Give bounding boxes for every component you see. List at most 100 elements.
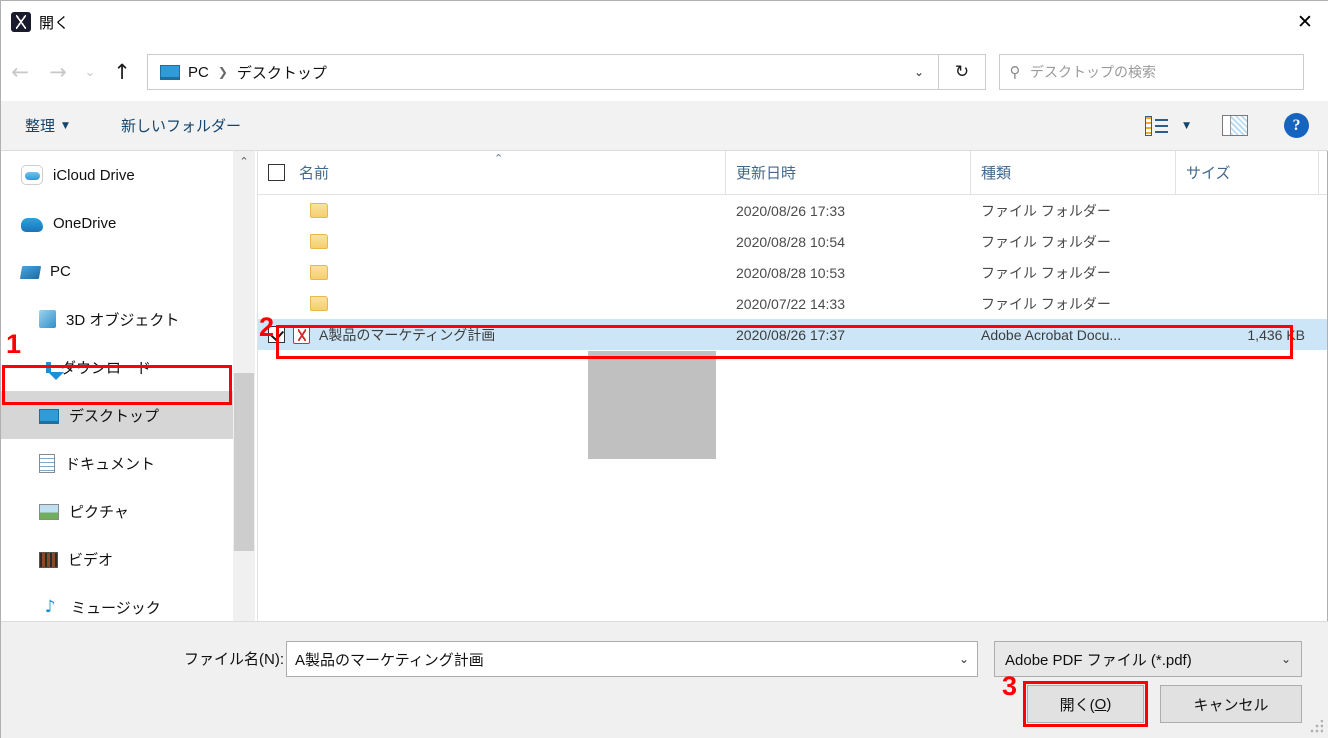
sidebar-item-pc[interactable]: PC [1, 247, 233, 295]
up-icon[interactable]: ↑ [103, 60, 141, 84]
sidebar-item-videos[interactable]: ビデオ [1, 535, 233, 583]
file-list[interactable]: ⌃ 名前 更新日時 種類 サイズ 2020/08/26 17:33 ファイル フ… [257, 150, 1327, 621]
chevron-down-icon[interactable]: ⌄ [959, 652, 969, 666]
organize-label: 整理 [25, 118, 56, 135]
folder-icon [310, 234, 328, 249]
chevron-down-icon[interactable]: ▼ [1183, 121, 1190, 131]
sidebar-item-label: OneDrive [53, 214, 117, 232]
desktop-icon [39, 408, 59, 424]
chevron-down-icon: ▼ [62, 120, 69, 131]
open-button-label: 開く( [1059, 696, 1095, 714]
sidebar-item-desktop[interactable]: デスクトップ [1, 391, 233, 439]
breadcrumb-pc[interactable]: PC [188, 64, 209, 81]
onedrive-icon [21, 217, 43, 232]
file-type-select[interactable]: Adobe PDF ファイル (*.pdf) ⌄ [994, 641, 1302, 677]
window-title: 開く [39, 14, 70, 32]
table-row[interactable]: 2020/08/28 10:53 ファイル フォルダー [258, 257, 1327, 288]
filename-input[interactable]: A製品のマーケティング計画 ⌄ [286, 641, 978, 677]
organize-button[interactable]: 整理 ▼ [19, 115, 75, 136]
file-type-cell: ファイル フォルダー [981, 295, 1111, 312]
pictures-icon [39, 504, 59, 520]
file-name-cell [258, 265, 726, 280]
table-row[interactable]: 2020/07/22 14:33 ファイル フォルダー [258, 288, 1327, 319]
open-button-accesskey: O [1094, 695, 1107, 713]
sidebar-item-pictures[interactable]: ピクチャ [1, 487, 233, 535]
sidebar-scrollbar[interactable]: ⌃ ⌄ [233, 151, 255, 621]
new-folder-label: 新しいフォルダー [120, 118, 241, 135]
file-date-cell: 2020/08/26 17:33 [736, 202, 845, 219]
refresh-icon[interactable]: ↻ [939, 54, 986, 90]
sidebar-item-icloud-drive[interactable]: iCloud Drive [1, 151, 233, 199]
file-name-cell [258, 234, 726, 249]
select-all-checkbox[interactable] [268, 164, 285, 181]
sidebar-item-downloads[interactable]: ダウンロード [1, 343, 233, 391]
sidebar-item-label: デスクトップ [69, 407, 160, 425]
breadcrumb-separator-icon: ❯ [217, 65, 228, 79]
sidebar-item-label: ドキュメント [65, 455, 156, 473]
cancel-button[interactable]: キャンセル [1160, 685, 1302, 723]
sidebar-item-onedrive[interactable]: OneDrive [1, 199, 233, 247]
documents-icon [39, 453, 55, 473]
file-type-cell: ファイル フォルダー [981, 233, 1111, 250]
file-name-cell [258, 203, 726, 218]
file-name-cell: A製品のマーケティング計画 [258, 325, 726, 345]
table-row[interactable]: 2020/08/28 10:54 ファイル フォルダー [258, 226, 1327, 257]
close-icon[interactable]: ✕ [1281, 1, 1328, 43]
recent-locations-icon[interactable]: ⌄ [77, 65, 103, 80]
navigation-sidebar[interactable]: iCloud Drive OneDrive PC 3D オブジェクト ダウンロー… [1, 151, 233, 621]
new-folder-button[interactable]: 新しいフォルダー [115, 115, 247, 136]
filename-label: ファイル名(N): [184, 651, 284, 668]
3d-objects-icon [39, 310, 56, 328]
sidebar-item-documents[interactable]: ドキュメント [1, 439, 233, 487]
scrollbar-thumb[interactable] [234, 373, 254, 551]
view-mode-icon[interactable] [1145, 115, 1169, 136]
forward-icon[interactable]: → [39, 60, 77, 84]
sidebar-item-label: ミュージック [71, 599, 161, 617]
file-type-cell: ファイル フォルダー [981, 264, 1111, 281]
open-button[interactable]: 開く(O) [1027, 685, 1144, 723]
table-row[interactable]: 2020/08/26 17:33 ファイル フォルダー [258, 195, 1327, 226]
chevron-down-icon[interactable]: ⌄ [1281, 652, 1291, 666]
search-box[interactable]: ⚲ デスクトップの検索 [999, 54, 1304, 90]
chevron-down-icon[interactable]: ⌄ [914, 65, 932, 79]
back-icon[interactable]: ← [1, 60, 39, 84]
column-header-size[interactable]: サイズ [1176, 150, 1319, 195]
breadcrumb-desktop[interactable]: デスクトップ [237, 62, 327, 83]
file-size-cell: 1,436 KB [1247, 326, 1305, 343]
preview-pane-icon[interactable] [1222, 115, 1248, 136]
file-type-cell: Adobe Acrobat Docu... [981, 326, 1122, 343]
toolbar-right-group: ▼ ? [1145, 113, 1328, 138]
column-header-label: 更新日時 [736, 165, 797, 182]
sidebar-item-3d-objects[interactable]: 3D オブジェクト [1, 295, 233, 343]
column-header-date[interactable]: 更新日時 [726, 150, 971, 195]
file-name-cell [258, 296, 726, 311]
file-type-cell: ファイル フォルダー [981, 202, 1111, 219]
sidebar-item-music[interactable]: ♪ ミュージック [1, 583, 233, 621]
annotation-number-2: 2 [259, 312, 275, 342]
help-icon[interactable]: ? [1284, 113, 1309, 138]
column-header-name[interactable]: 名前 [258, 150, 726, 195]
filename-value: A製品のマーケティング計画 [295, 651, 484, 669]
column-header-type[interactable]: 種類 [971, 150, 1176, 195]
title-bar: 開く ✕ [1, 1, 1328, 43]
scroll-up-icon[interactable]: ⌃ [233, 151, 255, 173]
icloud-drive-icon [21, 165, 43, 185]
resize-grip[interactable] [1309, 720, 1323, 734]
annotation-number-3: 3 [1002, 671, 1018, 701]
open-file-dialog: 開く ✕ ← → ⌄ ↑ PC ❯ デスクトップ ⌄ ↻ ⚲ デスクトップの検索… [0, 0, 1328, 738]
file-type-value: Adobe PDF ファイル (*.pdf) [1005, 651, 1192, 669]
downloads-icon [46, 361, 64, 380]
pdf-file-icon [293, 325, 310, 344]
column-headers: ⌃ 名前 更新日時 種類 サイズ [258, 150, 1327, 195]
file-date-cell: 2020/08/26 17:37 [736, 326, 845, 343]
sidebar-item-label: ダウンロード [61, 359, 152, 377]
address-bar[interactable]: PC ❯ デスクトップ ⌄ [147, 54, 939, 90]
videos-icon [39, 552, 58, 568]
sidebar-item-label: ビデオ [68, 551, 114, 569]
selected-file-row[interactable]: A製品のマーケティング計画 2020/08/26 17:37 Adobe Acr… [258, 319, 1327, 350]
open-button-label-end: ) [1106, 695, 1112, 713]
search-input[interactable]: デスクトップの検索 [1030, 62, 1156, 82]
pc-icon [19, 265, 42, 279]
folder-icon [310, 265, 328, 280]
search-icon: ⚲ [1009, 63, 1021, 81]
